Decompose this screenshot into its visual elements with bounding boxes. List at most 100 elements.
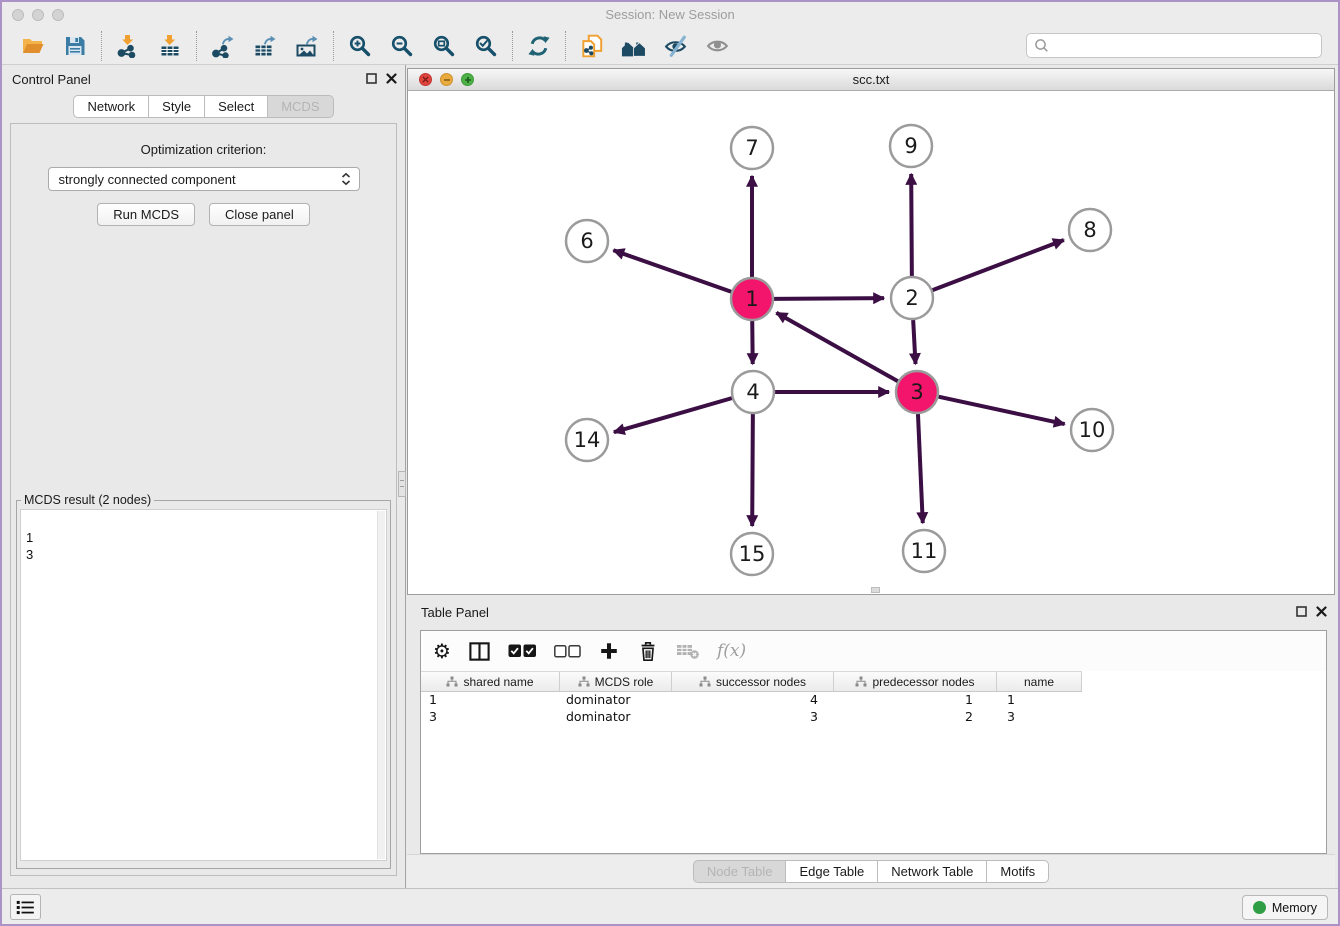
result-scrollbar[interactable] <box>377 511 385 859</box>
eye-slash-icon <box>664 33 689 58</box>
network-window-title: scc.txt <box>408 72 1334 87</box>
float-panel-icon[interactable] <box>366 73 377 84</box>
criterion-dropdown[interactable]: strongly connected component <box>48 167 360 191</box>
graph-edge-4-14[interactable] <box>614 398 732 432</box>
table-body: 1dominator4113dominator323 <box>421 692 1326 726</box>
table-cell: 3 <box>997 709 1082 726</box>
network-view-window: scc.txt 7968124314101511 <box>407 68 1335 595</box>
close-panel-button[interactable]: Close panel <box>209 203 310 226</box>
task-history-button[interactable] <box>10 894 41 920</box>
zoom-out-button[interactable] <box>381 30 423 62</box>
graph-edge-4-15[interactable] <box>752 414 753 526</box>
memory-button[interactable]: Memory <box>1242 895 1328 920</box>
network-window-titlebar: scc.txt <box>408 69 1334 91</box>
graph-edge-1-2[interactable] <box>774 298 884 299</box>
close-panel-icon[interactable] <box>386 73 397 84</box>
tab-network-table[interactable]: Network Table <box>877 860 987 883</box>
tab-network[interactable]: Network <box>73 95 149 118</box>
search-field[interactable] <box>1026 33 1322 58</box>
zoom-selected-button[interactable] <box>465 30 507 62</box>
export-table-button[interactable] <box>244 30 286 62</box>
select-all-checkboxes-icon[interactable] <box>508 644 537 658</box>
column-header-MCDS-role[interactable]: MCDS role <box>560 672 672 691</box>
graph-node-label: 11 <box>911 539 938 563</box>
table-cell: 2 <box>834 709 997 726</box>
table-panel-title: Table Panel <box>421 605 489 620</box>
window-titlebar: Session: New Session <box>2 2 1338 27</box>
mcds-result-text: 1 3 <box>26 530 33 562</box>
column-type-icon <box>446 676 458 687</box>
deselect-all-checkboxes-icon[interactable] <box>554 645 581 658</box>
zoom-out-icon <box>390 34 414 58</box>
tab-mcds[interactable]: MCDS <box>267 95 333 118</box>
graph-edge-1-6[interactable] <box>613 250 731 291</box>
zoom-in-icon <box>348 34 372 58</box>
run-mcds-button[interactable]: Run MCDS <box>97 203 195 226</box>
table-cell: 3 <box>672 709 834 726</box>
show-hidden-button[interactable] <box>697 30 739 62</box>
save-session-button[interactable] <box>54 30 96 62</box>
toolbar-separator <box>333 31 334 61</box>
column-header-predecessor-nodes[interactable]: predecessor nodes <box>834 672 997 691</box>
export-network-button[interactable] <box>202 30 244 62</box>
zoom-selected-icon <box>474 34 498 58</box>
column-header-successor-nodes[interactable]: successor nodes <box>672 672 834 691</box>
table-row[interactable]: 3dominator323 <box>421 709 1326 726</box>
toolbar-separator <box>512 31 513 61</box>
memory-status-icon <box>1253 901 1266 914</box>
export-image-button[interactable] <box>286 30 328 62</box>
window-title: Session: New Session <box>2 7 1338 22</box>
node-table-container: ⚙ <box>420 630 1327 854</box>
table-cell: dominator <box>560 692 672 709</box>
close-table-panel-icon[interactable] <box>1316 606 1327 617</box>
open-session-button[interactable] <box>12 30 54 62</box>
tab-style[interactable]: Style <box>148 95 205 118</box>
zoom-fit-button[interactable] <box>423 30 465 62</box>
workspace-area: scc.txt 7968124314101511 Table Panel <box>406 65 1338 888</box>
tab-node-table[interactable]: Node Table <box>693 860 787 883</box>
graph-edge-2-8[interactable] <box>933 240 1064 290</box>
panel-splitter-grip[interactable] <box>398 471 406 497</box>
table-settings-gear-icon[interactable]: ⚙ <box>433 641 451 661</box>
toolbar-separator <box>101 31 102 61</box>
table-header-row: shared nameMCDS rolesuccessor nodesprede… <box>421 671 1082 692</box>
float-table-panel-icon[interactable] <box>1296 606 1307 617</box>
tab-motifs[interactable]: Motifs <box>986 860 1049 883</box>
import-table-button[interactable] <box>149 30 191 62</box>
tab-edge-table[interactable]: Edge Table <box>785 860 878 883</box>
zoom-in-button[interactable] <box>339 30 381 62</box>
hide-selected-button[interactable] <box>655 30 697 62</box>
graph-edge-2-9[interactable] <box>911 174 912 276</box>
memory-label: Memory <box>1272 901 1317 915</box>
mcds-result-list[interactable]: 1 3 <box>20 509 387 861</box>
stepper-arrows-icon <box>339 172 353 186</box>
table-tabs: Node Table Edge Table Network Table Moti… <box>693 860 1049 883</box>
table-cell: 3 <box>421 709 560 726</box>
graph-edge-2-3[interactable] <box>913 320 915 364</box>
graph-edge-3-11[interactable] <box>918 414 923 523</box>
column-type-icon <box>578 676 590 687</box>
table-cell: 1 <box>421 692 560 709</box>
column-header-shared-name[interactable]: shared name <box>421 672 560 691</box>
table-row[interactable]: 1dominator411 <box>421 692 1326 709</box>
tab-select[interactable]: Select <box>204 95 268 118</box>
table-panel-header: Table Panel <box>407 598 1335 628</box>
add-column-icon[interactable] <box>598 640 620 662</box>
import-table-icon <box>158 34 182 58</box>
column-header-name[interactable]: name <box>997 672 1082 691</box>
refresh-view-button[interactable] <box>518 30 560 62</box>
network-canvas[interactable]: 7968124314101511 <box>408 91 1334 594</box>
save-floppy-icon <box>63 34 87 58</box>
graph-edge-3-10[interactable] <box>938 397 1064 424</box>
import-network-icon <box>116 34 140 58</box>
import-network-button[interactable] <box>107 30 149 62</box>
home-button[interactable] <box>613 30 655 62</box>
search-input[interactable] <box>1050 38 1315 53</box>
open-network-file-button[interactable] <box>571 30 613 62</box>
delete-column-trash-icon[interactable] <box>637 640 659 663</box>
graph-edge-3-1[interactable] <box>776 313 897 381</box>
mcds-panel: Optimization criterion: strongly connect… <box>10 123 397 876</box>
graph-node-label: 8 <box>1083 218 1096 242</box>
canvas-splitter-grip[interactable] <box>871 587 880 593</box>
split-pane-icon[interactable] <box>468 640 491 663</box>
